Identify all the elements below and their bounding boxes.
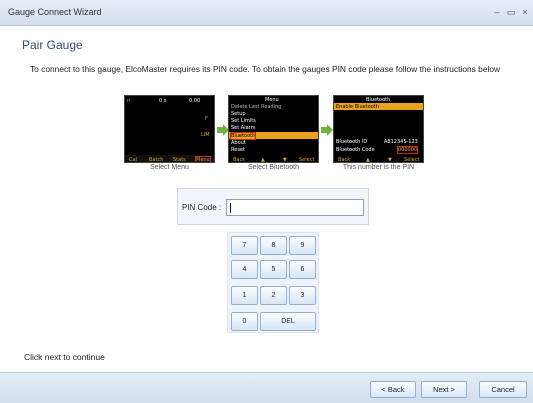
softkey-stats: Stats bbox=[173, 157, 186, 163]
keypad-key-9[interactable]: 9 bbox=[289, 236, 316, 255]
menu-item-bluetooth: Bluetooth bbox=[229, 132, 257, 140]
step-2-caption: Select Bluetooth bbox=[248, 164, 299, 171]
gauge-screen-main: n 0 s 0.00 F LIM Cal Batch Stats Menu bbox=[124, 95, 215, 163]
bluetooth-id-value: A812345-123 bbox=[384, 139, 418, 145]
text-caret bbox=[230, 203, 231, 213]
softkey-select: Select bbox=[404, 157, 420, 163]
softkey-down: ▼ bbox=[388, 157, 392, 163]
keypad-key-5[interactable]: 5 bbox=[260, 260, 287, 279]
continue-hint: Click next to continue bbox=[24, 352, 105, 362]
screen-header: Menu bbox=[265, 97, 279, 103]
window-title: Gauge Connect Wizard bbox=[8, 7, 102, 17]
menu-item: Reset bbox=[231, 147, 245, 153]
maximize-button[interactable]: ▭ bbox=[505, 6, 517, 18]
pin-code-label: PIN Code : bbox=[182, 203, 222, 212]
pin-code-input[interactable] bbox=[226, 199, 364, 216]
menu-item: Delete Last Reading bbox=[231, 104, 282, 110]
softkey-back: Back bbox=[233, 157, 246, 163]
softkey-batch: Batch bbox=[149, 157, 164, 163]
title-bar: Gauge Connect Wizard – ▭ × bbox=[0, 0, 533, 26]
keypad-key-7[interactable]: 7 bbox=[231, 236, 258, 255]
softkey-down: ▼ bbox=[283, 157, 287, 163]
keypad-key-4[interactable]: 4 bbox=[231, 260, 258, 279]
softkey-up: ▲ bbox=[366, 157, 370, 163]
wizard-footer: < Back Next > Cancel bbox=[0, 372, 533, 403]
step-1-caption: Select Menu bbox=[150, 164, 189, 171]
next-button[interactable]: Next > bbox=[421, 381, 467, 398]
keypad-key-2[interactable]: 2 bbox=[260, 286, 287, 305]
back-button[interactable]: < Back bbox=[370, 381, 416, 398]
softkey-select: Select bbox=[299, 157, 315, 163]
keypad-key-3[interactable]: 3 bbox=[289, 286, 316, 305]
keypad-delete-button[interactable]: DEL bbox=[260, 312, 316, 331]
page-title: Pair Gauge bbox=[22, 38, 83, 52]
screen-reading-label: n bbox=[127, 98, 131, 104]
minimize-button[interactable]: – bbox=[491, 6, 503, 18]
close-button[interactable]: × bbox=[519, 6, 531, 18]
softkey-cal: Cal bbox=[129, 157, 137, 163]
bluetooth-id-label: Bluetooth ID bbox=[336, 139, 368, 145]
pin-keypad: 7 8 9 4 5 6 1 2 3 0 DEL bbox=[227, 232, 319, 333]
cancel-button[interactable]: Cancel bbox=[479, 381, 527, 398]
pin-entry-panel: PIN Code : bbox=[177, 188, 369, 225]
gauge-screen-bluetooth: Bluetooth Enable Bluetooth Bluetooth ID … bbox=[333, 95, 424, 163]
keypad-key-0[interactable]: 0 bbox=[231, 312, 258, 331]
keypad-key-1[interactable]: 1 bbox=[231, 286, 258, 305]
softkey-up: ▲ bbox=[261, 157, 265, 163]
bluetooth-code-label: Bluetooth Code bbox=[336, 147, 375, 153]
softkey-menu: Menu bbox=[195, 156, 211, 163]
next-step-arrow-icon bbox=[321, 124, 333, 136]
screen-reading-value: 0.00 bbox=[189, 98, 201, 104]
instructions-text: To connect to this gauge, ElcoMaster req… bbox=[30, 64, 501, 74]
bluetooth-code-value: 000000 bbox=[396, 146, 419, 154]
screen-reading-count: 0 s bbox=[159, 98, 167, 104]
screen-side-f: F bbox=[205, 116, 208, 122]
keypad-key-6[interactable]: 6 bbox=[289, 260, 316, 279]
step-3-caption: This number is the PIN bbox=[342, 164, 415, 171]
menu-item-enable-bluetooth: Enable Bluetooth bbox=[336, 104, 379, 110]
menu-item: Setup bbox=[231, 111, 246, 117]
keypad-key-8[interactable]: 8 bbox=[260, 236, 287, 255]
softkey-back: Back bbox=[338, 157, 351, 163]
menu-item: Set Limits bbox=[231, 118, 256, 124]
gauge-screen-menu: Menu Delete Last Reading Setup Set Limit… bbox=[228, 95, 319, 163]
menu-item: Set Alarm bbox=[231, 125, 256, 131]
menu-item: About bbox=[231, 140, 246, 146]
screen-side-lim: LIM bbox=[201, 132, 210, 138]
